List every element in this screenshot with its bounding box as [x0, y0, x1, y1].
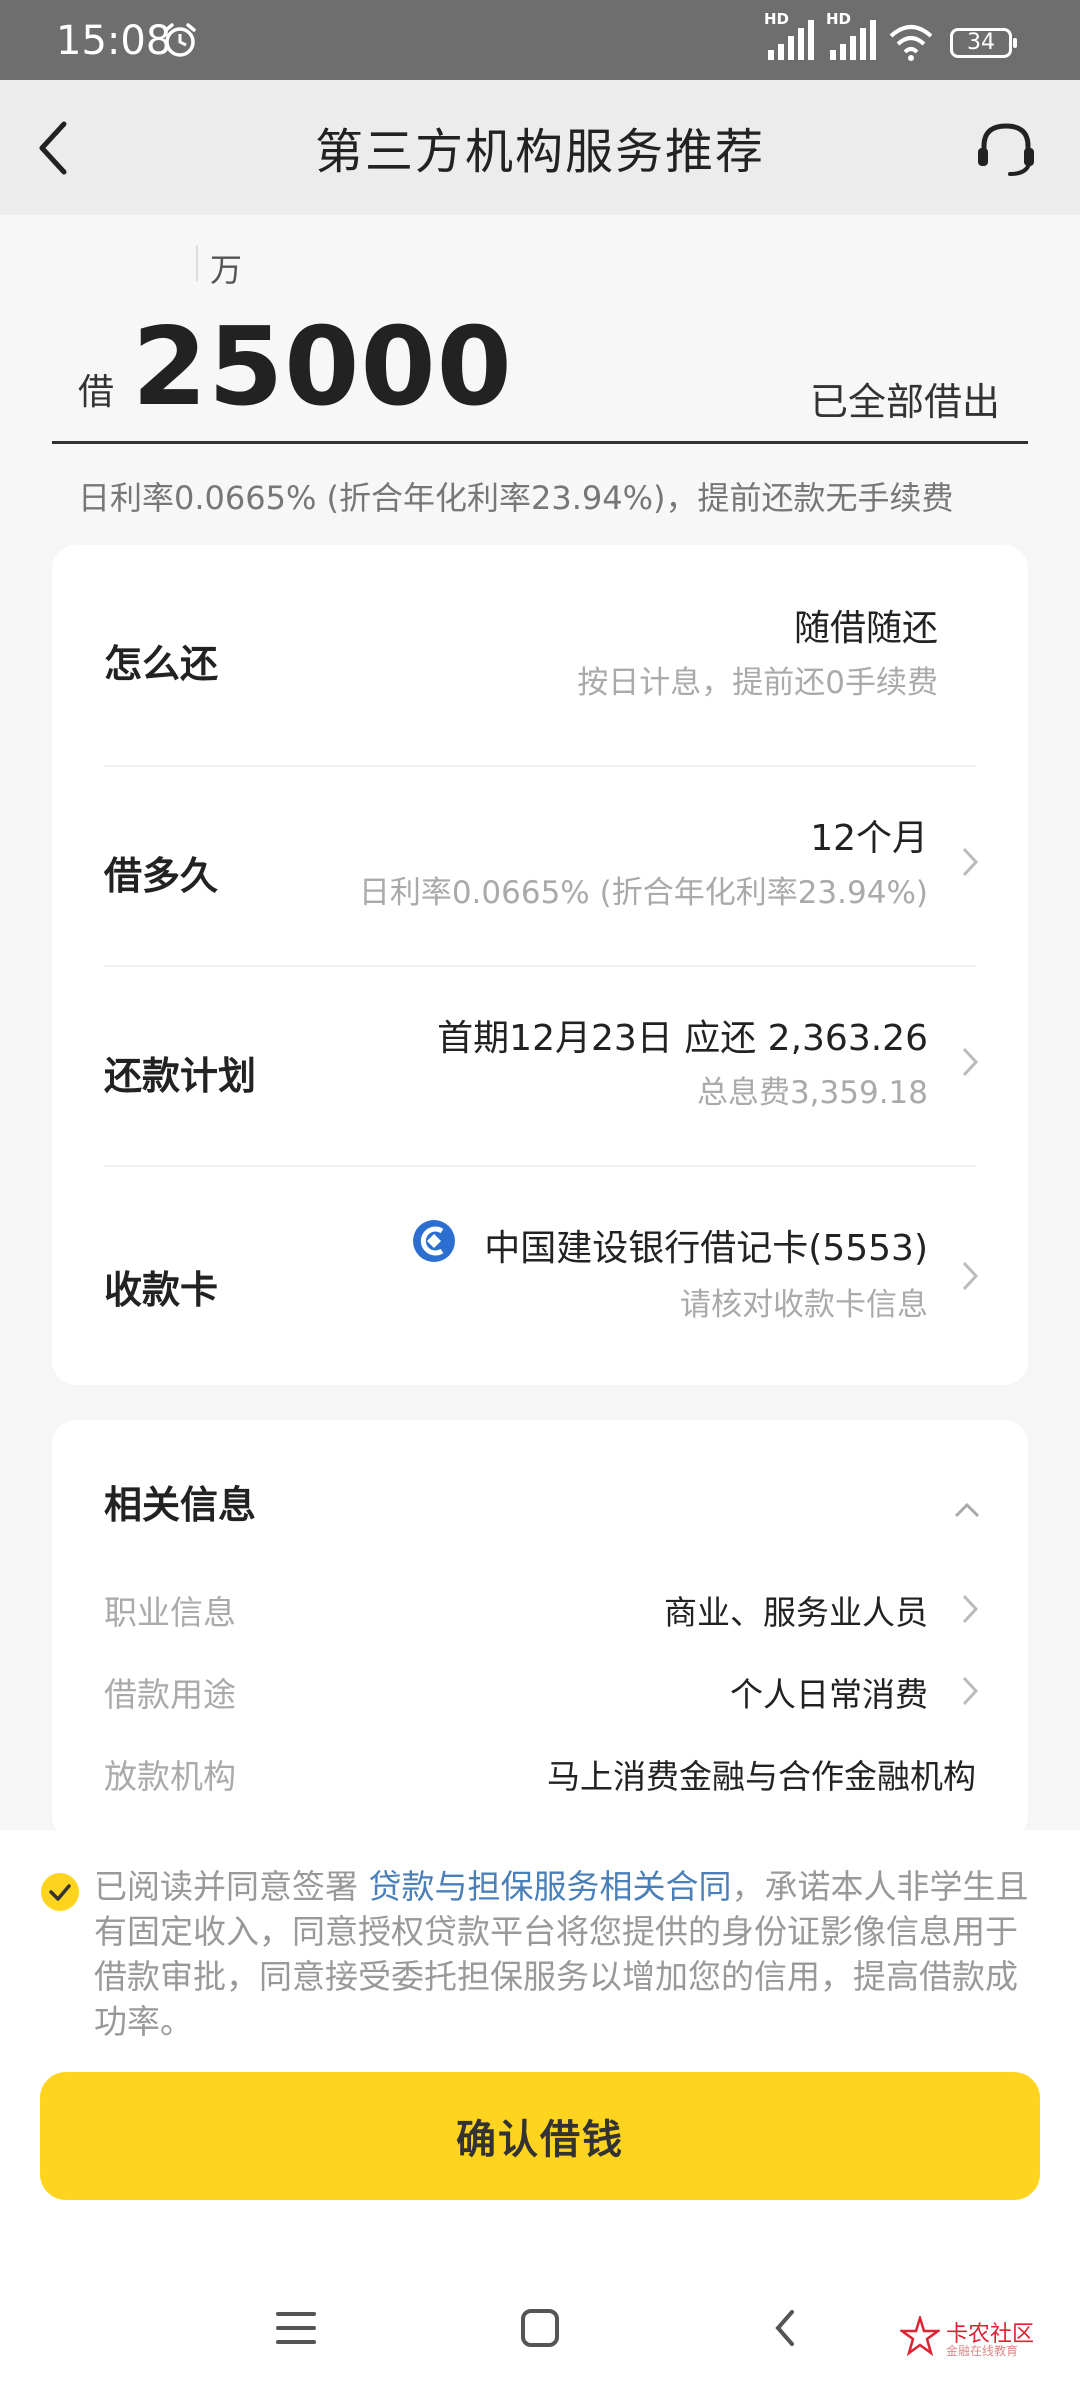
row-sub: 日利率0.0665% (折合年化利率23.94%): [358, 875, 928, 911]
battery-indicator: 34: [950, 28, 1017, 58]
amount-status: 已全部借出: [809, 380, 1000, 424]
agreement-text: 已阅读并同意签署 贷款与担保服务相关合同，承诺本人非学生且有固定收入，同意授权贷…: [94, 1864, 1034, 2044]
confirm-borrow-button[interactable]: 确认借钱: [40, 2072, 1040, 2200]
row-value: 随借随还: [793, 608, 938, 649]
lender-row: 放款机构 马上消费金融与合作金融机构: [52, 1740, 1028, 1810]
amount-prefix: 借: [78, 372, 115, 413]
info-label: 借款用途: [104, 1675, 236, 1714]
amount-unit-hint: 万: [210, 251, 243, 289]
app-header: 第三方机构服务推荐: [0, 80, 1080, 215]
wifi-icon: [889, 25, 933, 61]
chevron-right-icon: [962, 1261, 979, 1291]
repayment-plan-row[interactable]: 还款计划 首期12月23日 应还 2,363.26 总息费3,359.18: [52, 967, 1028, 1165]
row-value: 12个月: [810, 818, 928, 859]
alarm-clock-icon: [164, 23, 196, 57]
row-label: 收款卡: [104, 1268, 219, 1312]
repay-method-row: 怎么还 随借随还 按日计息，提前还0手续费: [52, 545, 1028, 765]
row-label: 借多久: [104, 854, 219, 898]
related-info-card: 相关信息 职业信息 商业、服务业人员 借款用途 个人日常消费 放款机构 马上消费…: [52, 1420, 1028, 1840]
info-value: 马上消费金融与合作金融机构: [547, 1757, 976, 1796]
chevron-right-icon: [962, 1047, 979, 1077]
page-title: 第三方机构服务推荐: [314, 124, 765, 180]
info-label: 放款机构: [104, 1757, 236, 1796]
loan-amount-section: 万 借 25000 已全部借出 日利率0.0665% (折合年化利率23.94%…: [0, 215, 1080, 545]
watermark-logo-icon: [898, 2313, 942, 2357]
row-sub: 请核对收款卡信息: [680, 1287, 928, 1323]
status-bar: 15:08 HD HD 34: [0, 0, 1080, 80]
recent-apps-icon[interactable]: [276, 2310, 316, 2346]
chevron-right-icon: [962, 1676, 979, 1706]
receiving-card-row[interactable]: 收款卡 中国建设银行借记卡(5553) 请核对收款卡信息: [52, 1167, 1028, 1385]
row-label: 怎么还: [104, 642, 219, 686]
nav-back-icon[interactable]: [772, 2308, 798, 2348]
row-label: 还款计划: [104, 1054, 257, 1098]
agreement-prefix: 已阅读并同意签署: [94, 1867, 369, 1906]
amount-underline: [52, 441, 1028, 444]
loan-details-card: 怎么还 随借随还 按日计息，提前还0手续费 借多久 12个月 日利率0.0665…: [52, 545, 1028, 1385]
loan-purpose-row[interactable]: 借款用途 个人日常消费: [52, 1658, 1028, 1728]
rate-note: 日利率0.0665% (折合年化利率23.94%)，提前还款无手续费: [78, 479, 954, 517]
loan-term-row[interactable]: 借多久 12个月 日利率0.0665% (折合年化利率23.94%): [52, 767, 1028, 965]
row-sub: 按日计息，提前还0手续费: [577, 665, 938, 701]
system-nav-bar: 卡农社区 金融在线教育: [0, 2280, 1080, 2400]
contract-link[interactable]: 贷款与担保服务相关合同: [369, 1867, 732, 1906]
info-value: 商业、服务业人员: [664, 1593, 928, 1632]
watermark: 卡农社区 金融在线教育: [898, 2313, 1034, 2360]
unit-divider: [196, 245, 198, 281]
chevron-up-icon[interactable]: [952, 1500, 982, 1520]
chevron-right-icon: [962, 847, 979, 877]
status-time: 15:08: [56, 18, 172, 64]
section-title: 相关信息: [104, 1483, 257, 1527]
watermark-subtitle: 金融在线教育: [946, 2344, 1019, 2358]
occupation-row[interactable]: 职业信息 商业、服务业人员: [52, 1576, 1028, 1646]
customer-service-icon[interactable]: [974, 118, 1038, 178]
chevron-right-icon: [962, 1594, 979, 1624]
row-value: 首期12月23日 应还 2,363.26: [437, 1018, 928, 1059]
row-value: 中国建设银行借记卡(5553): [484, 1228, 928, 1269]
loan-amount-input[interactable]: 25000: [132, 305, 513, 430]
info-value: 个人日常消费: [730, 1675, 928, 1714]
home-icon[interactable]: [520, 2308, 560, 2348]
row-sub: 总息费3,359.18: [696, 1075, 928, 1111]
info-label: 职业信息: [104, 1593, 236, 1632]
ccb-bank-logo-icon: [413, 1220, 455, 1262]
agreement-checkbox-icon[interactable]: [40, 1872, 80, 1912]
signal-icon: [830, 20, 876, 60]
signal-icon: [768, 20, 814, 60]
